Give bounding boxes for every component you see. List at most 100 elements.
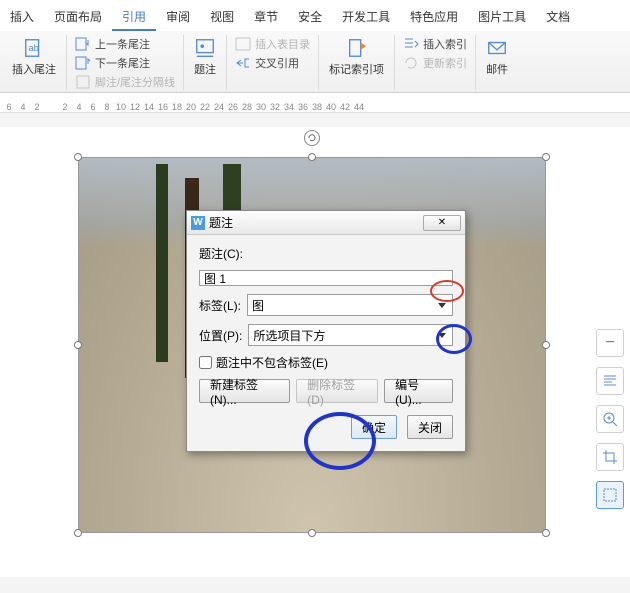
position-field-label: 位置(P): bbox=[199, 327, 242, 344]
numbering-button[interactable]: 编号(U)... bbox=[384, 379, 453, 403]
tab-3[interactable]: 审阅 bbox=[156, 4, 200, 31]
dialog-titlebar[interactable]: W 题注 ✕ bbox=[187, 211, 465, 235]
collapse-button[interactable]: − bbox=[596, 329, 624, 357]
resize-handle-nw[interactable] bbox=[74, 153, 82, 161]
resize-handle-ne[interactable] bbox=[542, 153, 550, 161]
close-button[interactable]: 关闭 bbox=[407, 415, 453, 439]
tab-10[interactable]: 文档 bbox=[536, 4, 580, 31]
ruler-mark: 8 bbox=[100, 102, 114, 112]
resize-handle-w[interactable] bbox=[74, 341, 82, 349]
ruler-mark: 4 bbox=[72, 102, 86, 112]
prev-endnote-button[interactable]: 上一条尾注 bbox=[73, 35, 177, 53]
chevron-down-icon bbox=[438, 333, 446, 338]
label: 上一条尾注 bbox=[95, 36, 150, 52]
ribbon-toolbar: ab 插入尾注 上一条尾注 下一条尾注 脚注/尾注分隔线 题注 bbox=[0, 31, 630, 93]
ruler-mark: 10 bbox=[114, 102, 128, 112]
tab-4[interactable]: 视图 bbox=[200, 4, 244, 31]
resize-handle-s[interactable] bbox=[308, 529, 316, 537]
label: 插入尾注 bbox=[12, 61, 56, 77]
crop-button[interactable] bbox=[596, 443, 624, 471]
exclude-label-checkbox[interactable] bbox=[199, 356, 212, 369]
ruler-mark: 34 bbox=[282, 102, 296, 112]
label-combobox[interactable]: 图 bbox=[247, 294, 453, 316]
delete-label-button: 删除标签(D) bbox=[296, 379, 378, 403]
cross-reference-button[interactable]: 交叉引用 bbox=[233, 54, 312, 72]
update-index-button: 更新索引 bbox=[401, 54, 469, 72]
ruler-mark: 28 bbox=[240, 102, 254, 112]
ruler-mark: 26 bbox=[226, 102, 240, 112]
label: 邮件 bbox=[486, 61, 508, 77]
insert-index-icon bbox=[403, 36, 419, 52]
ruler-mark: 30 bbox=[254, 102, 268, 112]
ruler-mark: 4 bbox=[16, 102, 30, 112]
resize-handle-n[interactable] bbox=[308, 153, 316, 161]
mail-button[interactable]: 邮件 bbox=[482, 35, 512, 79]
caption-button[interactable]: 题注 bbox=[190, 35, 220, 79]
tab-8[interactable]: 特色应用 bbox=[400, 4, 468, 31]
zoom-button[interactable] bbox=[596, 405, 624, 433]
tab-9[interactable]: 图片工具 bbox=[468, 4, 536, 31]
mail-icon bbox=[486, 37, 508, 59]
ruler-mark: 2 bbox=[30, 102, 44, 112]
position-combobox[interactable]: 所选项目下方 bbox=[248, 324, 453, 346]
crop-icon bbox=[602, 449, 618, 465]
tab-5[interactable]: 章节 bbox=[244, 4, 288, 31]
mark-index-button[interactable]: 标记索引项 bbox=[325, 35, 388, 79]
dialog-close-button[interactable]: ✕ bbox=[423, 215, 461, 231]
label-value: 图 bbox=[252, 297, 264, 314]
label: 更新索引 bbox=[423, 55, 467, 71]
layout-button[interactable] bbox=[596, 367, 624, 395]
reset-button[interactable] bbox=[596, 481, 624, 509]
next-icon bbox=[75, 55, 91, 71]
label: 标记索引项 bbox=[329, 61, 384, 77]
insert-footnote-button[interactable]: ab 插入尾注 bbox=[8, 35, 60, 79]
label: 交叉引用 bbox=[255, 55, 299, 71]
ruler-mark: 40 bbox=[324, 102, 338, 112]
toc-icon bbox=[235, 36, 251, 52]
reset-icon bbox=[602, 487, 618, 503]
resize-handle-e[interactable] bbox=[542, 341, 550, 349]
horizontal-ruler[interactable]: 6422468101214161820222426283032343638404… bbox=[0, 93, 630, 113]
label: 插入索引 bbox=[423, 36, 467, 52]
label-field-label: 标签(L): bbox=[199, 297, 241, 314]
tab-1[interactable]: 页面布局 bbox=[44, 4, 112, 31]
ruler-mark: 36 bbox=[296, 102, 310, 112]
tab-6[interactable]: 安全 bbox=[288, 4, 332, 31]
ruler-mark: 24 bbox=[212, 102, 226, 112]
resize-handle-sw[interactable] bbox=[74, 529, 82, 537]
separator-icon bbox=[75, 74, 91, 90]
caption-icon bbox=[194, 37, 216, 59]
dialog-title: 题注 bbox=[209, 214, 233, 231]
prev-icon bbox=[75, 36, 91, 52]
caption-dialog: W 题注 ✕ 题注(C): 标签(L): 图 位置(P): 所选项目下方 题注中… bbox=[186, 210, 466, 452]
insert-index-button[interactable]: 插入索引 bbox=[401, 35, 469, 53]
update-icon bbox=[403, 55, 419, 71]
zoom-icon bbox=[602, 411, 618, 427]
ruler-mark: 6 bbox=[2, 102, 16, 112]
position-value: 所选项目下方 bbox=[253, 327, 325, 344]
mark-index-icon bbox=[346, 37, 368, 59]
tab-7[interactable]: 开发工具 bbox=[332, 4, 400, 31]
ruler-mark: 14 bbox=[142, 102, 156, 112]
label: 脚注/尾注分隔线 bbox=[95, 74, 175, 90]
ruler-mark: 42 bbox=[338, 102, 352, 112]
ruler-mark: 44 bbox=[352, 102, 366, 112]
caption-input[interactable] bbox=[199, 270, 453, 286]
ruler-mark: 20 bbox=[184, 102, 198, 112]
tab-2[interactable]: 引用 bbox=[112, 4, 156, 31]
rotate-handle[interactable] bbox=[304, 130, 320, 146]
label: 插入表目录 bbox=[255, 36, 310, 52]
ok-button[interactable]: 确定 bbox=[351, 415, 397, 439]
rotate-icon bbox=[307, 133, 317, 143]
ruler-mark: 18 bbox=[170, 102, 184, 112]
ruler-mark: 32 bbox=[268, 102, 282, 112]
ruler-mark: 38 bbox=[310, 102, 324, 112]
svg-text:ab: ab bbox=[29, 43, 39, 53]
resize-handle-se[interactable] bbox=[542, 529, 550, 537]
next-endnote-button[interactable]: 下一条尾注 bbox=[73, 54, 177, 72]
layout-icon bbox=[602, 373, 618, 389]
ribbon-tabs: 插入页面布局引用审阅视图章节安全开发工具特色应用图片工具文档 bbox=[0, 0, 630, 31]
tab-0[interactable]: 插入 bbox=[0, 4, 44, 31]
caption-field-label: 题注(C): bbox=[199, 245, 453, 262]
new-label-button[interactable]: 新建标签(N)... bbox=[199, 379, 290, 403]
